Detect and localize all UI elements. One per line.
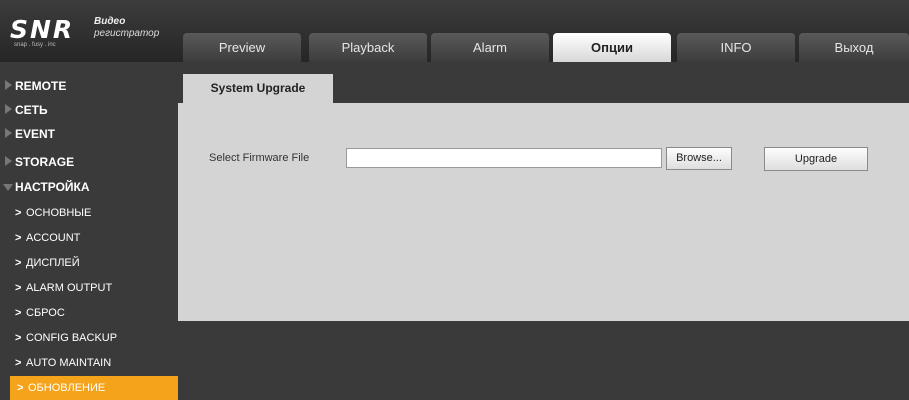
logo: SNR snap . fusy . inc Видео регистратор (10, 12, 170, 50)
sidebar-item-label: AUTO MAINTAIN (26, 357, 112, 369)
sidebar-item-label: СБРОС (26, 307, 65, 319)
chevron-right-icon: > (17, 382, 24, 394)
upgrade-panel: Select Firmware File Browse... Upgrade (178, 103, 909, 321)
sidebar-item-alarm-output[interactable]: > ALARM OUTPUT (8, 276, 178, 300)
tab-preview[interactable]: Preview (183, 33, 301, 62)
logo-subtext: snap . fusy . inc (14, 42, 56, 48)
content-tab-bar: System Upgrade (178, 74, 909, 103)
tab-options[interactable]: Опции (553, 33, 671, 62)
chevron-right-icon: > (15, 282, 22, 294)
chevron-right-icon: > (15, 307, 22, 319)
sidebar-group-label: EVENT (15, 127, 56, 141)
sidebar-item-label: ОБНОВЛЕНИЕ (28, 382, 106, 394)
sidebar-item-config-backup[interactable]: > CONFIG BACKUP (8, 326, 178, 350)
chevron-right-icon: > (15, 257, 22, 269)
firmware-file-label: Select Firmware File (209, 152, 310, 164)
sidebar-item-general[interactable]: > ОСНОВНЫЕ (8, 201, 178, 225)
sidebar-item-display[interactable]: > ДИСПЛЕЙ (8, 251, 178, 275)
collapsed-arrow-icon (5, 80, 12, 90)
tab-playback[interactable]: Playback (309, 33, 427, 62)
sidebar-group-settings[interactable]: НАСТРОЙКА (0, 175, 178, 199)
tab-alarm[interactable]: Alarm (431, 33, 549, 62)
firmware-file-input[interactable] (346, 148, 662, 168)
sidebar-item-label: ACCOUNT (26, 232, 81, 244)
sidebar-item-label: ДИСПЛЕЙ (26, 257, 80, 269)
sidebar: REMOTE СЕТЬ EVENT STORAGE НАСТРОЙКА > ОС… (0, 74, 178, 400)
sidebar-group-storage[interactable]: STORAGE (0, 150, 178, 174)
chevron-right-icon: > (15, 207, 22, 219)
top-bar: SNR snap . fusy . inc Видео регистратор … (0, 0, 909, 62)
sidebar-group-event[interactable]: EVENT (0, 122, 178, 146)
collapsed-arrow-icon (5, 156, 12, 166)
sidebar-item-label: CONFIG BACKUP (26, 332, 118, 344)
sidebar-item-account[interactable]: > ACCOUNT (8, 226, 178, 250)
logo-mark: SNR (10, 15, 75, 44)
collapsed-arrow-icon (5, 104, 12, 114)
chevron-right-icon: > (15, 357, 22, 369)
collapsed-arrow-icon (5, 128, 12, 138)
sidebar-group-label: REMOTE (15, 79, 67, 93)
chevron-right-icon: > (15, 332, 22, 344)
sidebar-item-label: ОСНОВНЫЕ (26, 207, 92, 219)
expanded-arrow-icon (3, 184, 13, 191)
logo-title-line1: Видео (94, 16, 126, 27)
content-empty-area (178, 321, 909, 398)
sidebar-item-label: ALARM OUTPUT (26, 282, 113, 294)
sidebar-item-reset[interactable]: > СБРОС (8, 301, 178, 325)
sidebar-group-network[interactable]: СЕТЬ (0, 98, 178, 122)
tab-logout[interactable]: Выход (799, 33, 909, 62)
tab-info[interactable]: INFO (677, 33, 795, 62)
chevron-right-icon: > (15, 232, 22, 244)
sidebar-group-remote[interactable]: REMOTE (0, 74, 178, 98)
tab-system-upgrade[interactable]: System Upgrade (183, 74, 333, 103)
sidebar-group-label: СЕТЬ (15, 103, 48, 117)
logo-title-line2: регистратор (94, 28, 160, 39)
sidebar-group-label: STORAGE (15, 155, 75, 169)
sidebar-item-upgrade[interactable]: > ОБНОВЛЕНИЕ (10, 376, 178, 400)
browse-button[interactable]: Browse... (666, 147, 732, 170)
sidebar-item-auto-maintain[interactable]: > AUTO MAINTAIN (8, 351, 178, 375)
sidebar-group-label: НАСТРОЙКА (15, 180, 90, 194)
upgrade-button[interactable]: Upgrade (764, 147, 868, 171)
